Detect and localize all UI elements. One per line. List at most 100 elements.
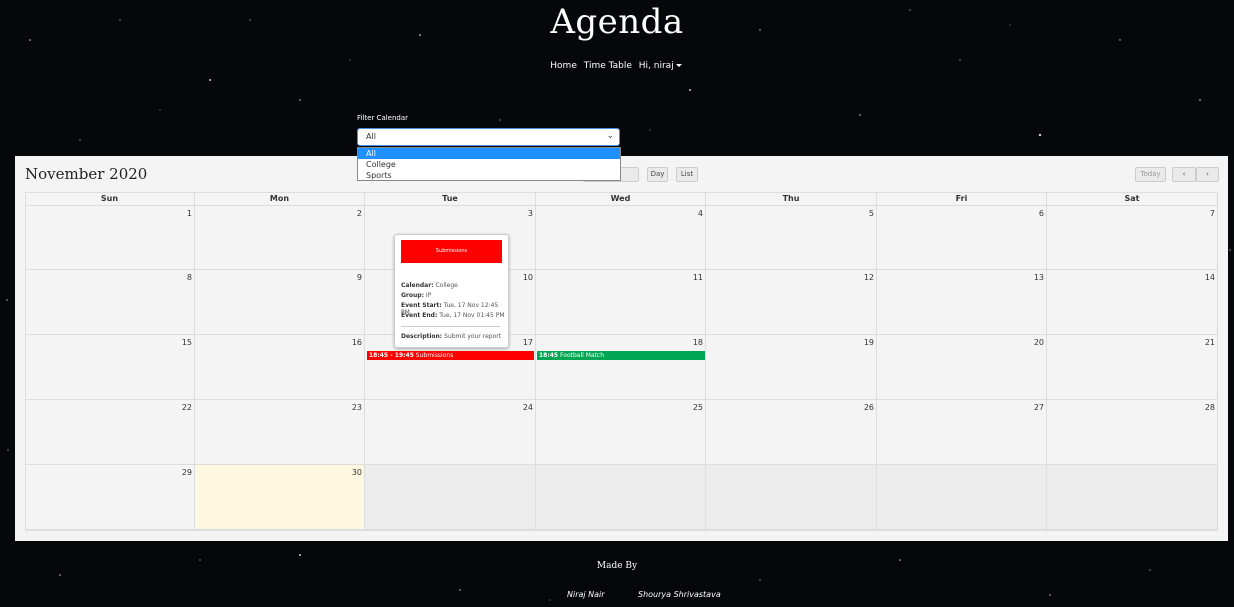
day-view-button[interactable]: Day: [647, 167, 668, 182]
day-cell[interactable]: 23: [195, 400, 365, 465]
day-cell[interactable]: 30: [195, 465, 365, 530]
day-number: 20: [1033, 338, 1044, 347]
filter-option-sports[interactable]: Sports: [358, 170, 620, 181]
filter-select-value: All: [366, 132, 376, 141]
day-number: 25: [692, 403, 703, 412]
day-number: 2: [356, 209, 362, 218]
popover-description: Description: Submit your report: [401, 333, 502, 340]
chevron-down-icon: ⌄: [606, 131, 614, 141]
user-menu[interactable]: Hi, niraj: [639, 61, 684, 71]
filter-option-college[interactable]: College: [358, 159, 620, 170]
popover-end: Event End: Tue, 17 Nov 01:45 PM: [401, 312, 505, 319]
day-cell[interactable]: 2: [195, 205, 365, 270]
day-number: 23: [351, 403, 362, 412]
day-number: 9: [356, 273, 362, 282]
day-number: 17: [522, 338, 533, 347]
day-number: 16: [351, 338, 362, 347]
popover-group: Group: IP: [401, 292, 432, 299]
chevron-right-icon: ›: [1206, 170, 1209, 178]
nav-home-link[interactable]: Home: [550, 61, 577, 71]
day-cell[interactable]: 7: [1047, 205, 1218, 270]
day-cell[interactable]: 12: [706, 270, 877, 335]
event-time: 18:45 - 19:45: [369, 352, 414, 359]
day-number: 7: [1209, 209, 1215, 218]
prev-month-button[interactable]: ‹: [1172, 167, 1196, 182]
day-cell[interactable]: 19: [706, 335, 877, 400]
day-cell[interactable]: 21: [1047, 335, 1218, 400]
filter-option-all[interactable]: All: [358, 148, 620, 159]
day-cell[interactable]: 28: [1047, 400, 1218, 465]
empty-day-cell: [877, 465, 1047, 530]
day-number: 27: [1033, 403, 1044, 412]
day-number: 1: [186, 209, 192, 218]
day-cell[interactable]: 11: [536, 270, 706, 335]
day-cell[interactable]: 1: [25, 205, 195, 270]
day-number: 28: [1204, 403, 1215, 412]
today-button[interactable]: Today: [1135, 167, 1166, 182]
weekday-header: Tue: [365, 193, 536, 205]
filter-label: Filter Calendar: [357, 114, 409, 122]
nav-timetable-link[interactable]: Time Table: [584, 61, 632, 71]
event-popover: Submissions Calendar: College Group: IP …: [394, 234, 509, 348]
day-number: 22: [181, 403, 192, 412]
event-submissions[interactable]: 18:45 - 19:45 Submissions: [367, 351, 534, 360]
popover-title: Submissions: [401, 240, 502, 263]
day-number: 26: [863, 403, 874, 412]
top-nav: Home Time Table Hi, niraj: [0, 61, 1234, 71]
day-cell[interactable]: 9: [195, 270, 365, 335]
day-cell[interactable]: 16: [195, 335, 365, 400]
filter-dropdown: All College Sports: [357, 147, 621, 181]
weekday-header: Sun: [25, 193, 195, 205]
day-cell[interactable]: 4: [536, 205, 706, 270]
day-cell[interactable]: 6: [877, 205, 1047, 270]
empty-day-cell: [706, 465, 877, 530]
weekday-header: Wed: [536, 193, 706, 205]
day-cell[interactable]: 20: [877, 335, 1047, 400]
day-cell[interactable]: 5: [706, 205, 877, 270]
chevron-left-icon: ‹: [1182, 170, 1186, 178]
weekday-header: Sat: [1047, 193, 1218, 205]
day-cell[interactable]: 29: [25, 465, 195, 530]
empty-day-cell: [1047, 465, 1218, 530]
day-number: 12: [863, 273, 874, 282]
day-cell[interactable]: 15: [25, 335, 195, 400]
day-cell[interactable]: 27: [877, 400, 1047, 465]
list-view-button[interactable]: List: [676, 167, 698, 182]
event-football-match[interactable]: 18:45 Football Match: [537, 351, 705, 360]
day-cell[interactable]: 14: [1047, 270, 1218, 335]
weekday-header: Thu: [706, 193, 877, 205]
day-cell[interactable]: 25: [536, 400, 706, 465]
author-name: Shourya Shrivastava: [638, 590, 721, 599]
day-number: 5: [868, 209, 874, 218]
event-title: Submissions: [415, 352, 454, 359]
author-name: Niraj Nair: [567, 590, 605, 599]
day-number: 24: [522, 403, 533, 412]
next-month-button[interactable]: ›: [1196, 167, 1219, 182]
weekday-header: Mon: [195, 193, 365, 205]
empty-day-cell: [365, 465, 536, 530]
day-number: 13: [1033, 273, 1044, 282]
day-number: 29: [181, 468, 192, 477]
made-by-label: Made By: [596, 561, 638, 571]
app-title: Agenda: [550, 2, 684, 42]
day-cell[interactable]: 24: [365, 400, 536, 465]
caret-down-icon: [675, 64, 682, 67]
day-number: 6: [1038, 209, 1044, 218]
filter-select[interactable]: All ⌄: [357, 128, 620, 146]
day-number: 8: [186, 273, 192, 282]
day-number: 18: [692, 338, 703, 347]
day-number: 14: [1204, 273, 1215, 282]
day-cell[interactable]: 22: [25, 400, 195, 465]
day-number: 21: [1204, 338, 1215, 347]
user-menu-label: Hi, niraj: [638, 61, 674, 71]
event-title: Football Match: [560, 352, 604, 359]
day-cell[interactable]: 13: [877, 270, 1047, 335]
day-number: 3: [527, 209, 533, 218]
day-number: 4: [697, 209, 703, 218]
day-cell[interactable]: 8: [25, 270, 195, 335]
day-cell[interactable]: 26: [706, 400, 877, 465]
day-cell[interactable]: 18: [536, 335, 706, 400]
day-number: 30: [351, 468, 362, 477]
day-number: 19: [863, 338, 874, 347]
popover-calendar: Calendar: College: [401, 282, 458, 289]
